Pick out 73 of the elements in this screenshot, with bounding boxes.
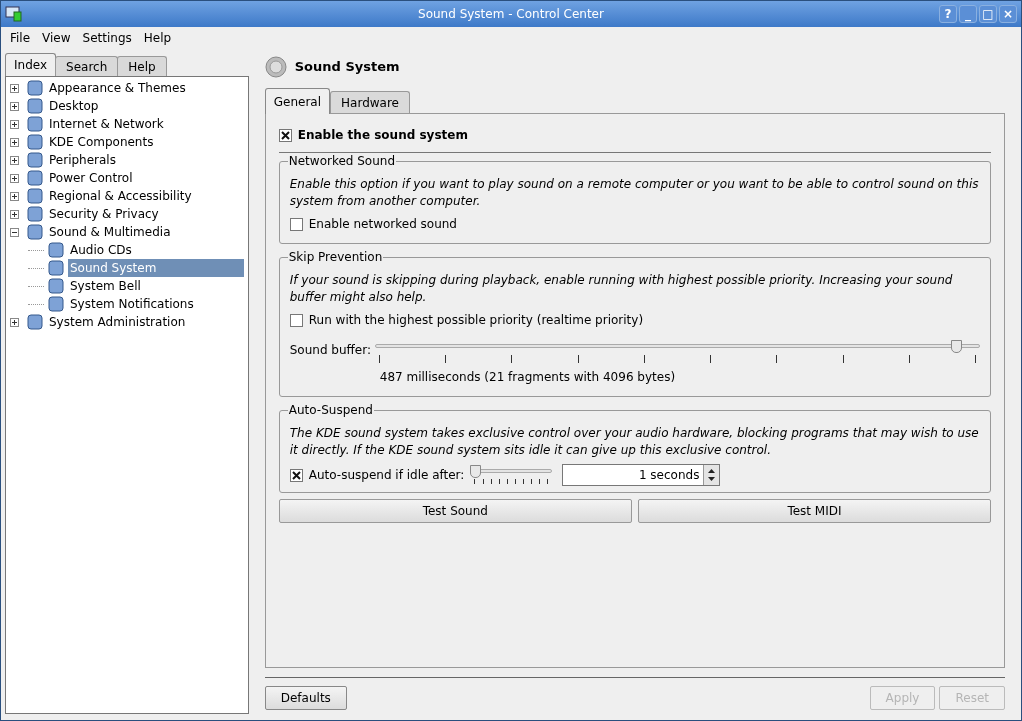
category-icon [48, 260, 64, 276]
tree-item[interactable]: Appearance & Themes [47, 79, 188, 97]
slider-thumb[interactable] [470, 464, 482, 478]
tree-item[interactable]: Audio CDs [68, 241, 134, 259]
checkbox[interactable] [289, 217, 303, 231]
tree-item[interactable]: Peripherals [47, 151, 118, 169]
tab[interactable]: Index [5, 53, 57, 76]
category-icon [27, 206, 43, 222]
push-button[interactable]: Test Sound [278, 499, 632, 523]
menu-item[interactable]: Help [138, 29, 177, 47]
category-icon [27, 98, 43, 114]
category-icon [27, 224, 43, 240]
checkbox-label: Enable networked sound [308, 216, 457, 233]
menu-item[interactable]: File [5, 29, 36, 47]
tab[interactable]: Hardware [330, 91, 410, 113]
checkbox-label: Auto-suspend if idle after: [308, 467, 465, 484]
expander-icon[interactable] [10, 191, 19, 201]
tree-item[interactable]: System Bell [68, 277, 143, 295]
category-icon [48, 296, 64, 312]
push-button[interactable]: Test MIDI [637, 499, 991, 523]
category-icon [48, 278, 64, 294]
category-icon [48, 242, 64, 258]
description-text: If your sound is skipping during playback, enable running with highest possible priority. Increasing your sound buffer might also help. [289, 272, 954, 306]
menu-item[interactable]: Settings [77, 29, 137, 47]
tree-item[interactable]: System Administration [47, 313, 188, 331]
checkbox[interactable] [278, 128, 292, 142]
category-icon [27, 170, 43, 186]
tree-item[interactable]: Power Control [47, 169, 135, 187]
tree-item[interactable]: Regional & Accessibility [47, 187, 194, 205]
slider-reading: 487 milliseconds (21 fragments with 4096 bytes) [379, 369, 677, 386]
expander-icon[interactable] [10, 155, 19, 165]
expander-icon[interactable] [10, 227, 19, 237]
tree-item[interactable]: Sound & Multimedia [47, 223, 173, 241]
slider-track[interactable] [470, 466, 553, 476]
expander-icon[interactable] [10, 317, 19, 327]
checkbox-label: Enable the sound system [297, 127, 468, 144]
tab[interactable]: General [264, 88, 331, 114]
expander-icon[interactable] [10, 83, 19, 93]
spin-arrows-icon[interactable] [703, 465, 720, 485]
tree-item[interactable]: Desktop [47, 97, 101, 115]
push-button[interactable]: Defaults [264, 686, 347, 710]
monitor-icon [5, 6, 23, 22]
category-icon [27, 314, 43, 330]
window-title: Sound System - Control Center [418, 6, 604, 23]
checkbox[interactable] [289, 468, 303, 482]
slider-label: Sound buffer: [289, 342, 371, 357]
menu-item[interactable]: View [37, 29, 76, 47]
category-icon [27, 134, 43, 150]
slider-thumb[interactable] [951, 339, 963, 353]
expander-icon[interactable] [10, 101, 19, 111]
category-icon [27, 80, 43, 96]
group-title: Skip Prevention [287, 249, 384, 265]
page-title: Sound System [294, 58, 400, 77]
category-icon [27, 188, 43, 204]
expander-icon[interactable] [10, 209, 19, 219]
tab[interactable]: Help [117, 56, 167, 76]
expander-icon[interactable] [10, 137, 19, 147]
expander-icon[interactable] [10, 173, 19, 183]
category-icon [27, 116, 43, 132]
tree-item[interactable]: Security & Privacy [47, 205, 161, 223]
checkbox-label: Run with the highest possible priority (realtime priority) [308, 312, 644, 329]
tab[interactable]: Search [55, 56, 119, 76]
tree-item[interactable]: Internet & Network [47, 115, 166, 133]
group-title: Auto-Suspend [287, 402, 374, 418]
spin-box[interactable]: 1 seconds [562, 464, 721, 486]
speaker-icon [264, 56, 287, 78]
expander-icon[interactable] [10, 119, 19, 129]
checkbox[interactable] [289, 313, 303, 327]
description-text: Enable this option if you want to play sound on a remote computer or you want to be able to control sound on this system from another computer. [289, 176, 980, 210]
tree-item[interactable]: KDE Components [47, 133, 156, 151]
category-icon [27, 152, 43, 168]
description-text: The KDE sound system takes exclusive control over your audio hardware, blocking programs that may wish to use it directly. If the KDE sound system sits idle it can give up this exclusive control. [289, 425, 980, 459]
tree-item[interactable]: System Notifications [68, 295, 196, 313]
